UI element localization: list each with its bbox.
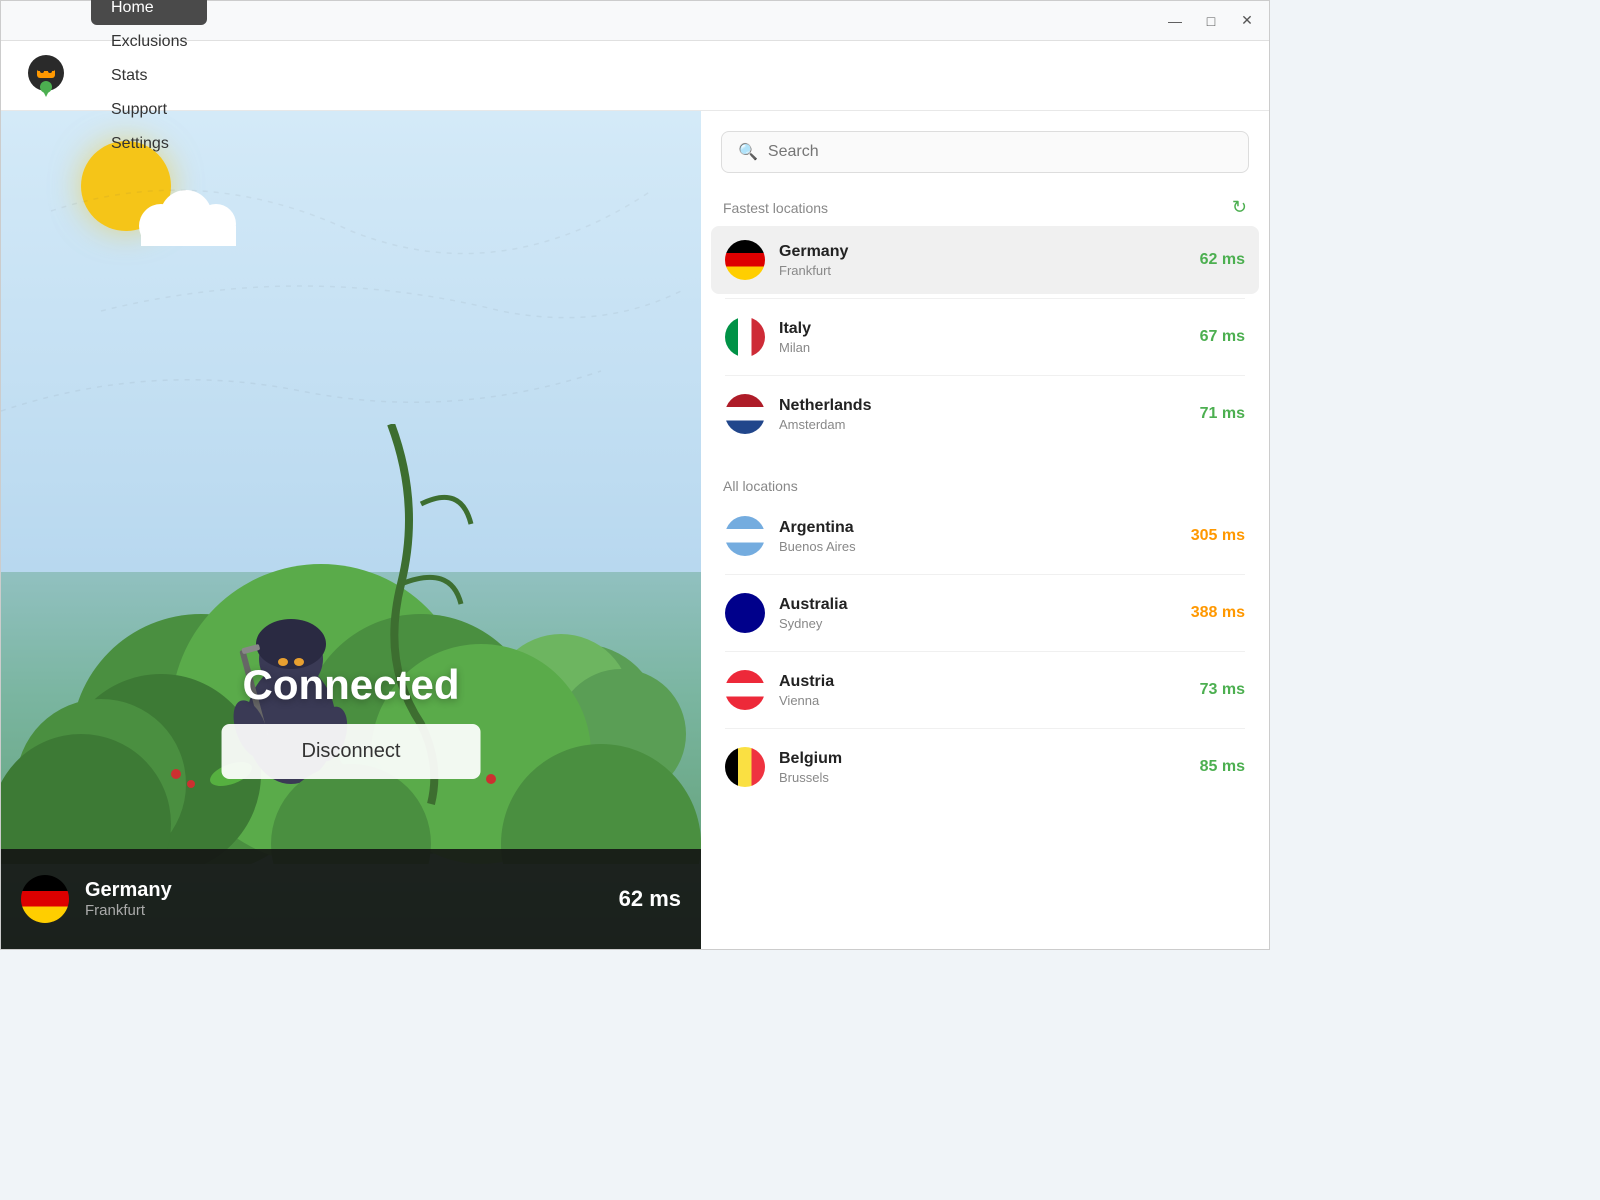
location-country: Belgium [779, 750, 1186, 768]
location-info: Austria Vienna [779, 673, 1186, 708]
location-item[interactable]: Australia Sydney 388 ms [711, 579, 1259, 647]
flag-circle [725, 516, 765, 556]
search-icon: 🔍 [738, 142, 758, 162]
nav-items: HomeExclusionsStatsSupportSettings [91, 0, 207, 161]
divider [725, 574, 1245, 575]
flag-circle [725, 240, 765, 280]
status-city: Frankfurt [85, 902, 603, 919]
nav-item-support[interactable]: Support [91, 93, 207, 127]
nav-item-stats[interactable]: Stats [91, 59, 207, 93]
location-info: Australia Sydney [779, 596, 1177, 631]
status-flag [21, 875, 69, 923]
location-latency: 305 ms [1191, 527, 1245, 545]
location-item[interactable]: Belgium Brussels 85 ms [711, 733, 1259, 801]
left-panel: Connected Disconnect Germany Frankfurt 6… [1, 111, 701, 949]
location-country: Argentina [779, 519, 1177, 537]
location-city: Frankfurt [779, 263, 1186, 278]
location-country: Austria [779, 673, 1186, 691]
location-item[interactable]: Netherlands Amsterdam 71 ms [711, 380, 1259, 448]
status-bar: Germany Frankfurt 62 ms [1, 849, 701, 949]
nav-item-home[interactable]: Home [91, 0, 207, 25]
search-input[interactable] [768, 143, 1232, 161]
refresh-icon[interactable]: ↻ [1232, 197, 1247, 218]
location-item[interactable]: Austria Vienna 73 ms [711, 656, 1259, 724]
location-country: Germany [779, 243, 1186, 261]
location-item[interactable]: Germany Frankfurt 62 ms [711, 226, 1259, 294]
disconnect-button[interactable]: Disconnect [222, 724, 481, 779]
close-button[interactable]: ✕ [1237, 11, 1257, 31]
location-country: Netherlands [779, 397, 1186, 415]
location-country: Italy [779, 320, 1186, 338]
location-info: Belgium Brussels [779, 750, 1186, 785]
location-info: Italy Milan [779, 320, 1186, 355]
flag-circle [725, 747, 765, 787]
location-city: Buenos Aires [779, 539, 1177, 554]
flag-circle [725, 593, 765, 633]
minimize-button[interactable]: — [1165, 11, 1185, 31]
location-city: Sydney [779, 616, 1177, 631]
location-latency: 85 ms [1200, 758, 1245, 776]
location-city: Vienna [779, 693, 1186, 708]
all-section-header: All locations [711, 464, 1259, 502]
location-latency: 73 ms [1200, 681, 1245, 699]
flag-circle [725, 670, 765, 710]
location-latency: 71 ms [1200, 405, 1245, 423]
all-section-title: All locations [723, 478, 798, 494]
location-country: Australia [779, 596, 1177, 614]
fastest-locations-list: Germany Frankfurt 62 ms Italy Milan 67 ms Neth… [711, 226, 1259, 448]
location-latency: 67 ms [1200, 328, 1245, 346]
right-panel: 🔍 Fastest locations ↻ Germany Frankfurt 62… [701, 111, 1269, 949]
flag-circle [725, 317, 765, 357]
divider [725, 728, 1245, 729]
main-content: Connected Disconnect Germany Frankfurt 6… [1, 111, 1269, 949]
bush-illustration [1, 424, 701, 869]
all-locations-list: Argentina Buenos Aires 305 ms Australia Sydn… [711, 502, 1259, 801]
connected-label: Connected [242, 661, 459, 709]
location-info: Netherlands Amsterdam [779, 397, 1186, 432]
status-info: Germany Frankfurt [85, 879, 603, 919]
location-item[interactable]: Argentina Buenos Aires 305 ms [711, 502, 1259, 570]
location-city: Amsterdam [779, 417, 1186, 432]
divider [725, 375, 1245, 376]
fastest-section-header: Fastest locations ↻ [711, 183, 1259, 226]
flag-circle [725, 394, 765, 434]
maximize-button[interactable]: □ [1201, 11, 1221, 31]
nav-item-settings[interactable]: Settings [91, 127, 207, 161]
location-city: Milan [779, 340, 1186, 355]
fastest-section-title: Fastest locations [723, 200, 828, 216]
app-logo [21, 51, 71, 101]
search-container: 🔍 [701, 111, 1269, 183]
navbar: HomeExclusionsStatsSupportSettings [1, 41, 1269, 111]
location-latency: 62 ms [1200, 251, 1245, 269]
location-info: Germany Frankfurt [779, 243, 1186, 278]
status-country: Germany [85, 879, 603, 902]
search-box[interactable]: 🔍 [721, 131, 1249, 173]
nav-item-exclusions[interactable]: Exclusions [91, 25, 207, 59]
divider [725, 651, 1245, 652]
divider [725, 298, 1245, 299]
locations-list[interactable]: Fastest locations ↻ Germany Frankfurt 62 m… [701, 183, 1269, 949]
location-item[interactable]: Italy Milan 67 ms [711, 303, 1259, 371]
location-info: Argentina Buenos Aires [779, 519, 1177, 554]
status-latency: 62 ms [619, 886, 681, 912]
location-city: Brussels [779, 770, 1186, 785]
location-latency: 388 ms [1191, 604, 1245, 622]
